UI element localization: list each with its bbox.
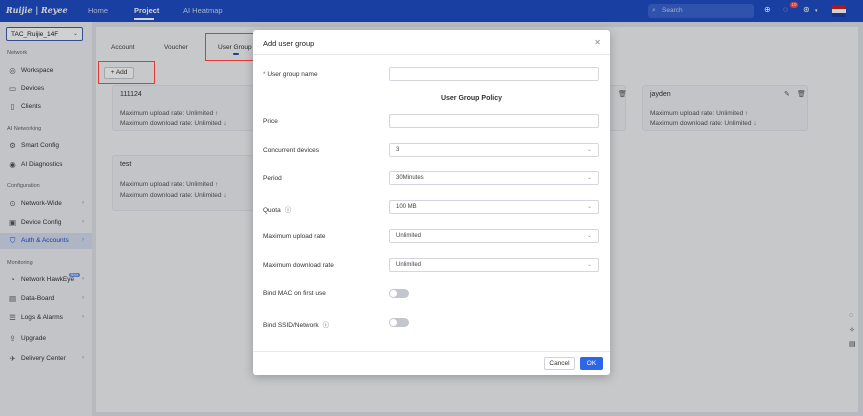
period-select[interactable]: 30Minutes ⌄	[389, 171, 599, 185]
concurrent-devices-value: 3	[396, 147, 400, 153]
policy-heading: User Group Policy	[440, 95, 503, 102]
quota-value: 100 MB	[396, 204, 417, 210]
max-upload-rate-value: Unlimited	[396, 233, 422, 239]
price-input[interactable]	[389, 114, 599, 128]
period-label: Period	[263, 175, 282, 182]
divider	[253, 54, 610, 55]
bind-ssid-toggle[interactable]	[389, 318, 409, 327]
user-group-name-input[interactable]	[389, 67, 599, 81]
price-label: Price	[263, 118, 278, 125]
add-user-group-dialog: Add user group ✕ * User group name User …	[253, 30, 610, 375]
concurrent-devices-select[interactable]: 3 ⌄	[389, 143, 599, 157]
period-value: 30Minutes	[396, 175, 424, 181]
chevron-down-icon: ⌄	[586, 233, 592, 239]
info-icon[interactable]: ⓘ	[323, 319, 330, 329]
bind-mac-label: Bind MAC on first use	[263, 290, 326, 297]
divider	[253, 351, 610, 352]
highlight-box-user-group-tab	[205, 33, 260, 61]
required-marker: *	[263, 71, 266, 78]
chevron-down-icon: ⌄	[586, 147, 592, 153]
max-download-rate-select[interactable]: Unlimited ⌄	[389, 258, 599, 272]
toggle-knob	[390, 319, 397, 326]
max-upload-rate-label: Maximum upload rate	[263, 233, 326, 240]
chevron-down-icon: ⌄	[586, 262, 592, 268]
bind-ssid-label-text: Bind SSID/Network	[263, 322, 319, 329]
info-icon[interactable]: ⓘ	[285, 204, 292, 214]
max-download-rate-value: Unlimited	[396, 262, 422, 268]
toggle-knob	[390, 290, 397, 297]
cancel-button[interactable]: Cancel	[544, 357, 575, 370]
user-group-name-label: * User group name	[263, 71, 318, 78]
quota-label-text: Quota	[263, 207, 281, 214]
close-icon[interactable]: ✕	[594, 38, 601, 47]
dialog-title: Add user group	[263, 39, 315, 48]
max-upload-rate-select[interactable]: Unlimited ⌄	[389, 229, 599, 243]
chevron-down-icon: ⌄	[586, 175, 592, 181]
quota-label: Quota ⓘ	[263, 204, 291, 214]
highlight-box-add-button	[98, 61, 155, 84]
quota-select[interactable]: 100 MB ⌄	[389, 200, 599, 214]
bind-mac-toggle[interactable]	[389, 289, 409, 298]
concurrent-devices-label: Concurrent devices	[263, 147, 319, 154]
max-download-rate-label: Maximum download rate	[263, 262, 334, 269]
bind-ssid-label: Bind SSID/Network ⓘ	[263, 319, 329, 329]
user-group-name-label-text: User group name	[267, 71, 318, 78]
ok-button[interactable]: OK	[580, 357, 603, 370]
chevron-down-icon: ⌄	[586, 204, 592, 210]
